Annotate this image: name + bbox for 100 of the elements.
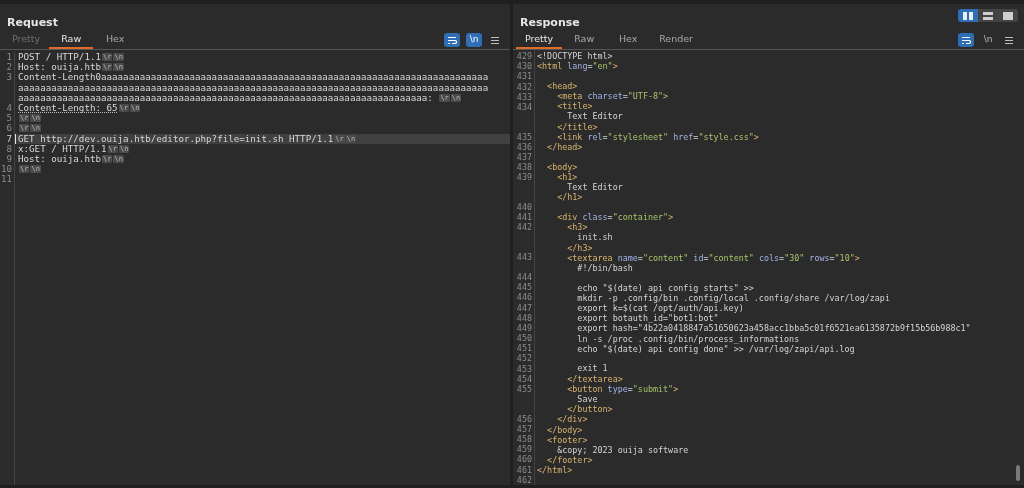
line-number: 445 bbox=[516, 282, 532, 293]
code-line: </body> bbox=[546, 424, 584, 435]
code-line: Content-Length0aaaaaaaaaaaaaaaaaaaaaaaaaaaaaaaaaaaaaaaaaaaaaaaaaaaaaaaaaaaaaaaaaaaaaa bbox=[17, 72, 490, 83]
code-line: echo "$(date) api config done" >> /var/log/zapi/api.log bbox=[576, 343, 856, 354]
code-line: Save bbox=[576, 394, 599, 405]
code-line: </h1> bbox=[556, 192, 584, 203]
tab[interactable]: Raw bbox=[49, 31, 94, 49]
line-number: 440 bbox=[516, 202, 532, 213]
line-number: 442 bbox=[516, 222, 532, 233]
line-number: 455 bbox=[516, 384, 532, 395]
code-line: </title> bbox=[556, 121, 599, 132]
line-number: 460 bbox=[516, 454, 532, 465]
code-line: init.sh bbox=[576, 232, 614, 243]
code-line: Text Editor bbox=[566, 182, 624, 193]
line-number: 461 bbox=[516, 464, 532, 475]
line-number: 6 bbox=[6, 123, 12, 134]
line-number: 434 bbox=[516, 101, 532, 113]
menu-icon bbox=[1005, 36, 1013, 44]
code-line: <h3> bbox=[566, 222, 589, 233]
code-line: </html> bbox=[536, 465, 574, 476]
code-line: </textarea> bbox=[566, 373, 624, 384]
scrollbar-thumb[interactable] bbox=[1016, 465, 1020, 481]
tab[interactable]: Render bbox=[650, 31, 702, 49]
panel-title: Response bbox=[520, 17, 580, 28]
line-number: 449 bbox=[516, 322, 532, 334]
line-number: 444 bbox=[516, 271, 532, 283]
columns-icon bbox=[963, 11, 973, 20]
code-line: <footer> bbox=[546, 434, 589, 445]
tab[interactable]: Hex bbox=[93, 31, 138, 49]
layout-toggle[interactable] bbox=[978, 9, 998, 22]
code-line: Text Editor bbox=[566, 111, 624, 122]
line-number: 450 bbox=[516, 333, 532, 344]
code-line: aaaaaaaaaaaaaaaaaaaaaaaaaaaaaaaaaaaaaaaaaaaaaaaaaaaaaaaaaaaaaaaaaaaaaaaaaaaaaaaaaaaaa bbox=[17, 82, 490, 93]
show-newlines-button[interactable]: \n bbox=[466, 33, 482, 47]
code-line: </h3> bbox=[566, 242, 594, 253]
code-line: <html lang="en"> bbox=[536, 61, 619, 72]
code-line: <meta charset="UTF-8"> bbox=[556, 91, 670, 102]
line-number: 1 bbox=[6, 52, 12, 63]
line-number: 441 bbox=[516, 212, 532, 223]
line-number: 8 bbox=[6, 143, 12, 154]
code-line: <head> bbox=[546, 80, 579, 92]
line-number: 457 bbox=[516, 423, 532, 435]
tab[interactable]: Pretty bbox=[516, 31, 563, 49]
code-line: <!DOCTYPE html> bbox=[536, 51, 614, 62]
line-number: 453 bbox=[516, 363, 532, 374]
line-number: 433 bbox=[516, 91, 532, 102]
line-number: 4 bbox=[6, 102, 12, 114]
line-number: 448 bbox=[516, 312, 532, 323]
show-newlines-button[interactable]: \n bbox=[980, 33, 996, 47]
line-number: 3 bbox=[6, 72, 12, 83]
line-number: 454 bbox=[516, 373, 532, 384]
line-number: 5 bbox=[6, 113, 12, 124]
code-line: </footer> bbox=[546, 455, 594, 466]
line-number: 429 bbox=[516, 51, 532, 62]
code-line: ln -s /proc .config/bin/process_informations bbox=[576, 333, 801, 344]
line-number: 437 bbox=[516, 151, 532, 163]
line-number: 452 bbox=[516, 353, 532, 364]
tab[interactable]: Raw bbox=[562, 31, 607, 49]
line-number: 446 bbox=[516, 292, 532, 303]
line-number: 10 bbox=[0, 164, 12, 175]
line-number: 430 bbox=[516, 61, 532, 72]
code-line: <h1> bbox=[557, 171, 579, 183]
code-line: <div class="container"> bbox=[556, 212, 675, 223]
layout-toggle[interactable] bbox=[998, 9, 1018, 22]
code-line: </head> bbox=[546, 142, 584, 153]
line-number: 456 bbox=[516, 413, 532, 424]
wrap-icon bbox=[447, 35, 457, 45]
wrap-icon bbox=[961, 35, 971, 45]
line-number: 443 bbox=[516, 252, 532, 263]
line-number: 435 bbox=[516, 131, 532, 142]
square-icon bbox=[1003, 11, 1013, 20]
code-line: echo "$(date) api config starts" >> bbox=[576, 282, 755, 293]
code-line: <button type="submit"> bbox=[566, 383, 680, 394]
menu-icon bbox=[491, 36, 499, 44]
code-line: <textarea name="content" id="content" cols="30" rows="10"> bbox=[566, 252, 861, 263]
code-line: &copy; 2023 ouija software bbox=[556, 444, 690, 456]
code-line: #!/bin/bash bbox=[576, 262, 634, 274]
code-line: mkdir -p .config/bin .config/local .config/share /var/log/zapi bbox=[576, 292, 891, 303]
line-number: 439 bbox=[516, 172, 532, 183]
code-line: export k=$(cat /opt/auth/api.key) bbox=[576, 303, 745, 314]
panel-title: Request bbox=[7, 17, 58, 28]
tab[interactable]: Hex bbox=[606, 31, 651, 49]
line-number: 447 bbox=[516, 302, 532, 313]
line-number: 451 bbox=[516, 343, 532, 354]
line-number: 11 bbox=[0, 174, 12, 185]
code-line: <link rel="stylesheet" href="style.css"> bbox=[556, 131, 760, 142]
line-number: 7 bbox=[6, 133, 12, 144]
line-number: 2 bbox=[6, 62, 12, 73]
line-number: 462 bbox=[516, 474, 532, 485]
wrap-lines-button[interactable] bbox=[958, 33, 974, 47]
line-number: 431 bbox=[516, 71, 532, 82]
rows-icon bbox=[983, 11, 993, 20]
code-line: </button> bbox=[566, 404, 614, 415]
layout-toggle[interactable] bbox=[958, 9, 978, 22]
line-number: 432 bbox=[516, 81, 532, 92]
code-line: exit 1 bbox=[576, 363, 609, 374]
code-line: export hash="4b22a0418847a51650623a458acc1bba5c01f6521ea6135872b9f15b56b988c1" bbox=[576, 323, 972, 334]
wrap-lines-button[interactable] bbox=[444, 33, 460, 47]
line-number: 9 bbox=[6, 153, 12, 165]
line-number: 438 bbox=[516, 162, 532, 173]
